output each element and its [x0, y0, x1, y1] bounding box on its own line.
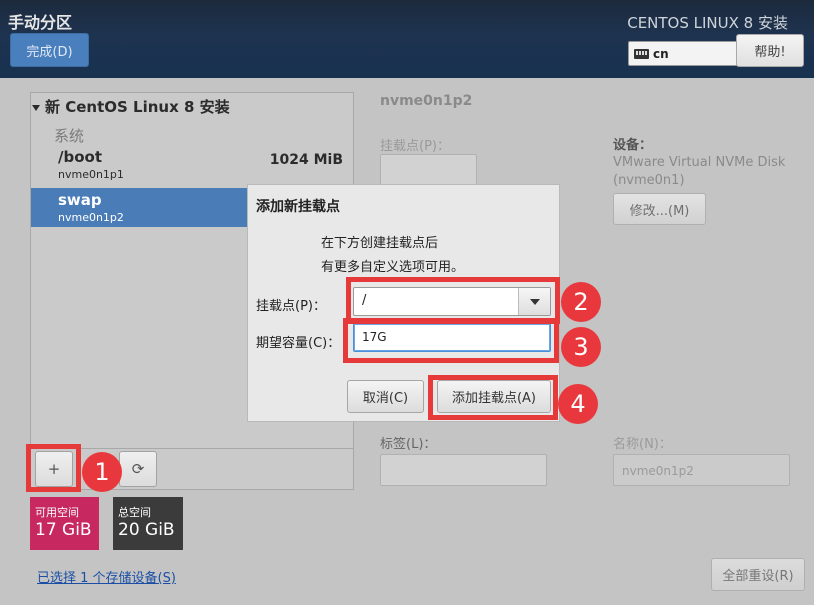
total-space-label: 总空间 [118, 506, 151, 519]
available-space-box: 可用空间 17 GiB [30, 497, 99, 550]
reset-all-button[interactable]: 全部重设(R) [711, 558, 805, 591]
tag-field-label: 标签(L)： [380, 437, 437, 452]
keyboard-layout-indicator[interactable]: cn [628, 41, 738, 66]
dialog-description-line1: 在下方创建挂载点后 [321, 236, 439, 251]
install-heading-label: 新 CentOS Linux 8 安装 [45, 98, 230, 116]
step-marker-2: 2 [561, 282, 601, 322]
refresh-button[interactable]: ⟳ [119, 451, 157, 487]
cancel-button[interactable]: 取消(C) [347, 380, 424, 413]
step-marker-3: 3 [561, 327, 601, 367]
keyboard-layout-label: cn [653, 46, 669, 61]
refresh-icon: ⟳ [131, 460, 145, 478]
total-space-box: 总空间 20 GiB [113, 497, 183, 550]
tag-field[interactable] [380, 454, 547, 486]
dialog-description-line2: 有更多自定义选项可用。 [321, 260, 465, 275]
name-field-label: 名称(N)： [613, 437, 672, 452]
available-space-value: 17 GiB [35, 520, 92, 540]
step-marker-4: 4 [558, 384, 598, 424]
step-marker-1: 1 [82, 452, 122, 492]
keyboard-icon [634, 48, 649, 59]
page-title: 手动分区 [8, 13, 73, 32]
modify-device-button[interactable]: 修改...(M) [613, 193, 706, 225]
partition-title: nvme0n1p2 [380, 93, 473, 109]
product-title: CENTOS LINUX 8 安装 [627, 14, 788, 32]
available-space-label: 可用空间 [35, 506, 79, 519]
total-space-value: 20 GiB [118, 520, 175, 540]
help-button[interactable]: 帮助! [736, 34, 804, 67]
annotation-highlight-add-button [428, 375, 558, 420]
install-heading[interactable]: 新 CentOS Linux 8 安装 [32, 96, 230, 117]
system-group-label: 系统 [54, 127, 85, 145]
annotation-highlight-capacity [343, 318, 559, 363]
device-label: 设备： [613, 138, 653, 153]
annotation-highlight-mount-point [346, 277, 560, 324]
mount-point-row-boot[interactable]: /boot nvme0n1p1 1024 MiB [31, 145, 353, 186]
storage-devices-link[interactable]: 已选择 1 个存储设备(S) [37, 567, 176, 586]
mount-point-size: 1024 MiB [269, 152, 343, 168]
mount-point-field[interactable] [380, 154, 477, 186]
annotation-highlight-add [26, 444, 81, 492]
device-description: VMware Virtual NVMe Disk (nvme0n1) [613, 155, 786, 188]
mount-point-label: 挂载点(P)： [256, 299, 326, 314]
name-field[interactable]: nvme0n1p2 [613, 454, 790, 486]
mount-point-name: /boot [58, 148, 102, 166]
mount-point-device: nvme0n1p1 [58, 168, 124, 181]
mount-point-field-label: 挂载点(P)： [380, 139, 450, 154]
expander-triangle-icon [32, 104, 40, 111]
desired-capacity-label: 期望容量(C)： [256, 336, 341, 351]
done-button[interactable]: 完成(D) [10, 33, 89, 67]
dialog-title: 添加新挂载点 [256, 199, 340, 215]
mount-point-device: nvme0n1p2 [58, 211, 124, 224]
mount-point-name: swap [58, 191, 102, 209]
